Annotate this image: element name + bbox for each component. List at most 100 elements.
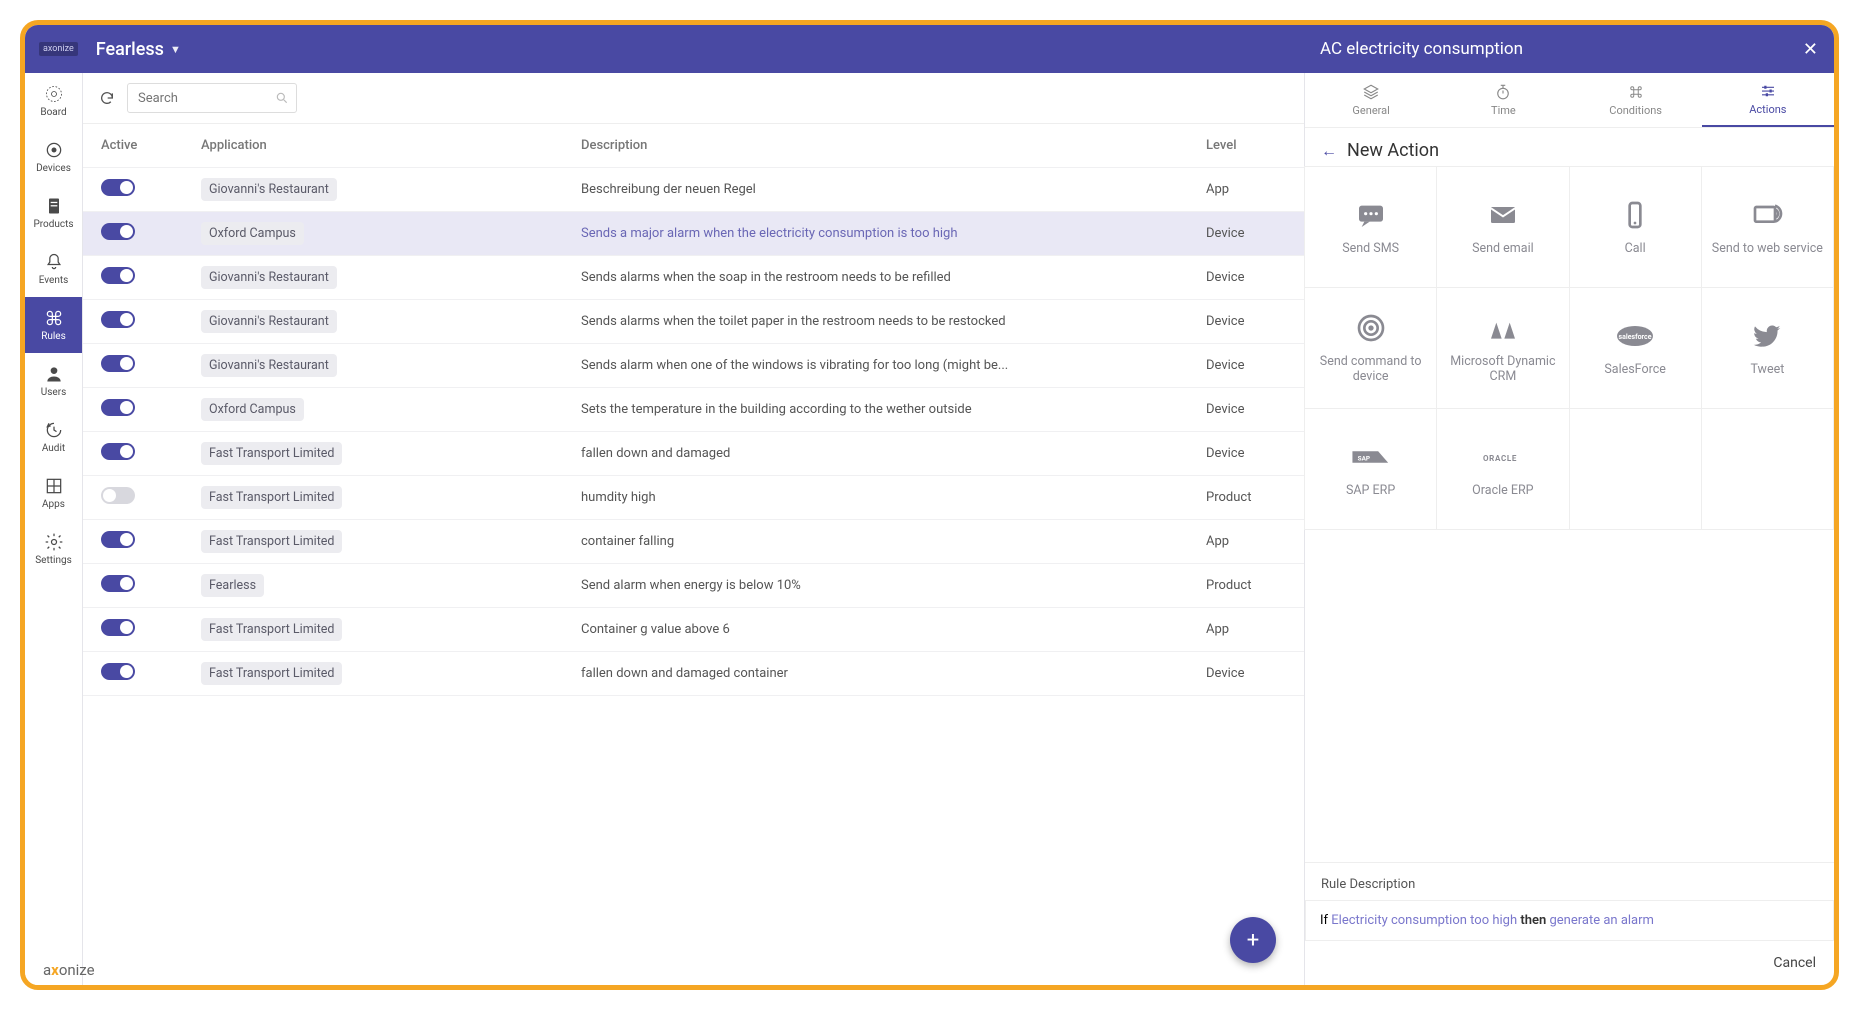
action-tile-call[interactable]: Call: [1569, 166, 1702, 288]
device-icon: [1351, 312, 1391, 344]
layers-icon: [1362, 83, 1380, 101]
application-pill: Giovanni's Restaurant: [201, 354, 337, 377]
drawer-title: AC electricity consumption: [1320, 39, 1523, 59]
sidebar-item-label: Settings: [35, 555, 72, 566]
watermark: axonize: [43, 961, 95, 979]
rule-description-cell: fallen down and damaged: [581, 446, 1206, 461]
active-toggle[interactable]: [101, 223, 135, 240]
tab-label: Conditions: [1609, 104, 1662, 117]
table-row[interactable]: Giovanni's RestaurantSends alarms when t…: [83, 300, 1304, 344]
rule-description-cell: humdity high: [581, 490, 1206, 505]
new-action-title: New Action: [1347, 140, 1439, 161]
add-rule-button[interactable]: +: [1230, 917, 1276, 963]
level-cell: App: [1206, 182, 1286, 197]
application-pill: Fast Transport Limited: [201, 442, 342, 465]
refresh-button[interactable]: [97, 88, 117, 108]
table-row[interactable]: Giovanni's Restaurant Sends alarm when on…: [83, 344, 1304, 388]
rule-description-cell: fallen down and damaged container: [581, 666, 1206, 681]
back-button[interactable]: ←: [1321, 141, 1337, 161]
close-icon[interactable]: ✕: [1803, 39, 1818, 60]
search-icon: [275, 90, 289, 109]
level-cell: Device: [1206, 402, 1286, 417]
application-pill: Fast Transport Limited: [201, 662, 342, 685]
application-pill: Fast Transport Limited: [201, 486, 342, 509]
table-row[interactable]: Giovanni's RestaurantSends alarms when t…: [83, 256, 1304, 300]
cancel-button[interactable]: Cancel: [1773, 955, 1816, 971]
table-row[interactable]: Oxford CampusSets the temperature in the…: [83, 388, 1304, 432]
sidebar-item-audit[interactable]: Audit: [25, 409, 82, 465]
tile-label: Microsoft Dynamic CRM: [1437, 354, 1568, 384]
crm-icon: [1483, 312, 1523, 344]
action-tile-sap[interactable]: SAPSAP ERP: [1304, 408, 1437, 530]
action-tile-salesforce[interactable]: salesforce SalesForce: [1569, 287, 1702, 409]
sidebar-item-apps[interactable]: Apps: [25, 465, 82, 521]
action-tile-web[interactable]: Send to web service: [1701, 166, 1834, 288]
action-tile-sms[interactable]: Send SMS: [1304, 166, 1437, 288]
rule-description-cell: Send alarm when energy is below 10%: [581, 578, 1206, 593]
tab-general[interactable]: General: [1305, 73, 1437, 127]
salesforce-icon: salesforce: [1615, 320, 1655, 352]
document-icon: [44, 196, 64, 216]
sidebar-item-settings[interactable]: Settings: [25, 521, 82, 577]
table-row[interactable]: Fast Transport Limitedhumdity highProduc…: [83, 476, 1304, 520]
action-tile-tweet[interactable]: Tweet: [1701, 287, 1834, 409]
tab-conditions[interactable]: Conditions: [1570, 73, 1702, 127]
active-toggle[interactable]: [101, 487, 135, 504]
active-toggle[interactable]: [101, 311, 135, 328]
sidebar-item-label: Apps: [42, 499, 65, 510]
active-toggle[interactable]: [101, 443, 135, 460]
application-pill: Oxford Campus: [201, 222, 304, 245]
column-description: Description: [581, 138, 1206, 153]
active-toggle[interactable]: [101, 267, 135, 284]
active-toggle[interactable]: [101, 179, 135, 196]
search-input[interactable]: [127, 83, 297, 113]
sidebar-item-users[interactable]: Users: [25, 353, 82, 409]
action-tile-device[interactable]: Send command to device: [1304, 287, 1437, 409]
sidebar-item-rules[interactable]: Rules: [25, 297, 82, 353]
active-toggle[interactable]: [101, 531, 135, 548]
sidebar-item-board[interactable]: Board: [25, 73, 82, 129]
rule-description-cell: Sends alarm when one of the windows is v…: [581, 358, 1206, 373]
active-toggle[interactable]: [101, 663, 135, 680]
sidebar-item-devices[interactable]: Devices: [25, 129, 82, 185]
sidebar-item-label: Audit: [42, 443, 65, 454]
web-icon: [1747, 199, 1787, 231]
action-tile-oracle[interactable]: ORACLEOracle ERP: [1436, 408, 1569, 530]
rule-description-cell: Beschreibung der neuen Regel: [581, 182, 1206, 197]
table-row[interactable]: Fast Transport Limited fallen down and da…: [83, 432, 1304, 476]
oracle-icon: ORACLE: [1483, 441, 1523, 473]
active-toggle[interactable]: [101, 575, 135, 592]
user-icon: [44, 364, 64, 384]
active-toggle[interactable]: [101, 619, 135, 636]
tab-actions[interactable]: Actions: [1702, 73, 1834, 127]
sliders-icon: [1759, 82, 1777, 100]
table-row[interactable]: Fast Transport Limited fallen down and da…: [83, 652, 1304, 696]
email-icon: [1483, 199, 1523, 231]
table-row[interactable]: FearlessSend alarm when energy is below …: [83, 564, 1304, 608]
tab-time[interactable]: Time: [1437, 73, 1569, 127]
application-pill: Fast Transport Limited: [201, 618, 342, 641]
table-row[interactable]: Oxford CampusSends a major alarm when th…: [83, 212, 1304, 256]
sidebar-item-events[interactable]: Events: [25, 241, 82, 297]
table-row[interactable]: Giovanni's RestaurantBeschreibung der ne…: [83, 168, 1304, 212]
tile-label: SalesForce: [1598, 362, 1672, 377]
table-row[interactable]: Fast Transport LimitedContainer g value …: [83, 608, 1304, 652]
active-toggle[interactable]: [101, 355, 135, 372]
svg-text:salesforce: salesforce: [1619, 333, 1652, 341]
rule-if: If: [1320, 913, 1328, 928]
rule-description-cell: container falling: [581, 534, 1206, 549]
rule-description-cell: Sets the temperature in the building acc…: [581, 402, 1206, 417]
rule-description-cell: Sends alarms when the toilet paper in th…: [581, 314, 1206, 329]
command-icon: [1627, 83, 1645, 101]
action-tile-email[interactable]: Send email: [1436, 166, 1569, 288]
table-row[interactable]: Fast Transport Limitedcontainer fallingA…: [83, 520, 1304, 564]
level-cell: Device: [1206, 314, 1286, 329]
sidebar-item-label: Devices: [36, 163, 71, 174]
action-tile-crm[interactable]: Microsoft Dynamic CRM: [1436, 287, 1569, 409]
command-icon: [44, 308, 64, 328]
rule-description-label: Rule Description: [1305, 862, 1834, 900]
empty-tile: [1569, 408, 1702, 530]
project-selector[interactable]: Fearless ▼: [96, 39, 181, 60]
sidebar-item-products[interactable]: Products: [25, 185, 82, 241]
active-toggle[interactable]: [101, 399, 135, 416]
